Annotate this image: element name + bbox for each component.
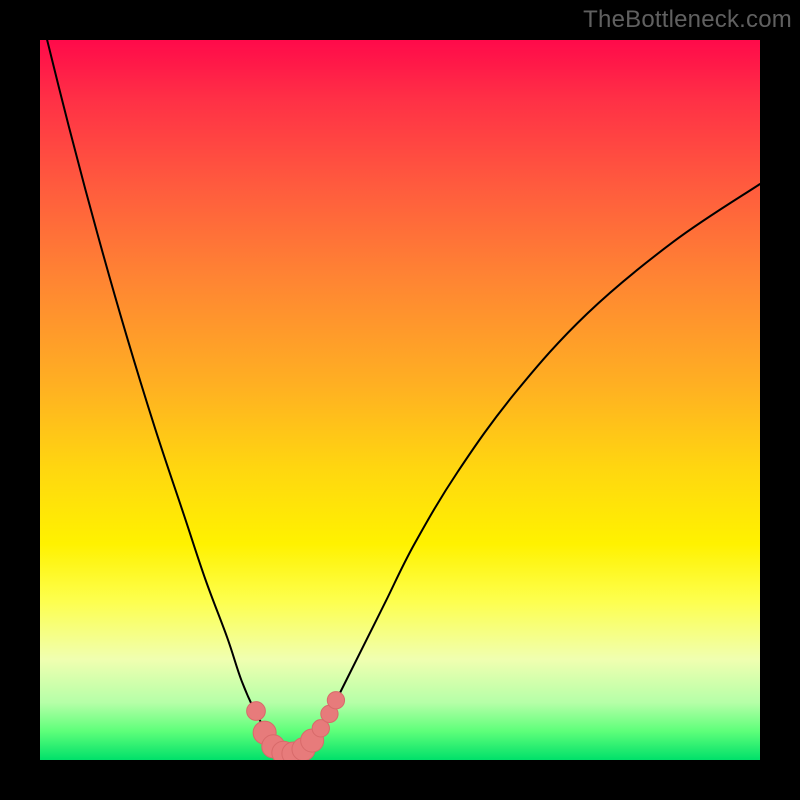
curve-series — [40, 40, 760, 754]
data-marker — [247, 702, 266, 721]
bottleneck-curve — [40, 40, 760, 754]
plot-area — [40, 40, 760, 760]
marker-cluster — [247, 692, 345, 760]
chart-svg — [40, 40, 760, 760]
data-marker — [327, 692, 344, 709]
watermark-label: TheBottleneck.com — [583, 6, 792, 34]
chart-frame: TheBottleneck.com — [0, 0, 800, 800]
